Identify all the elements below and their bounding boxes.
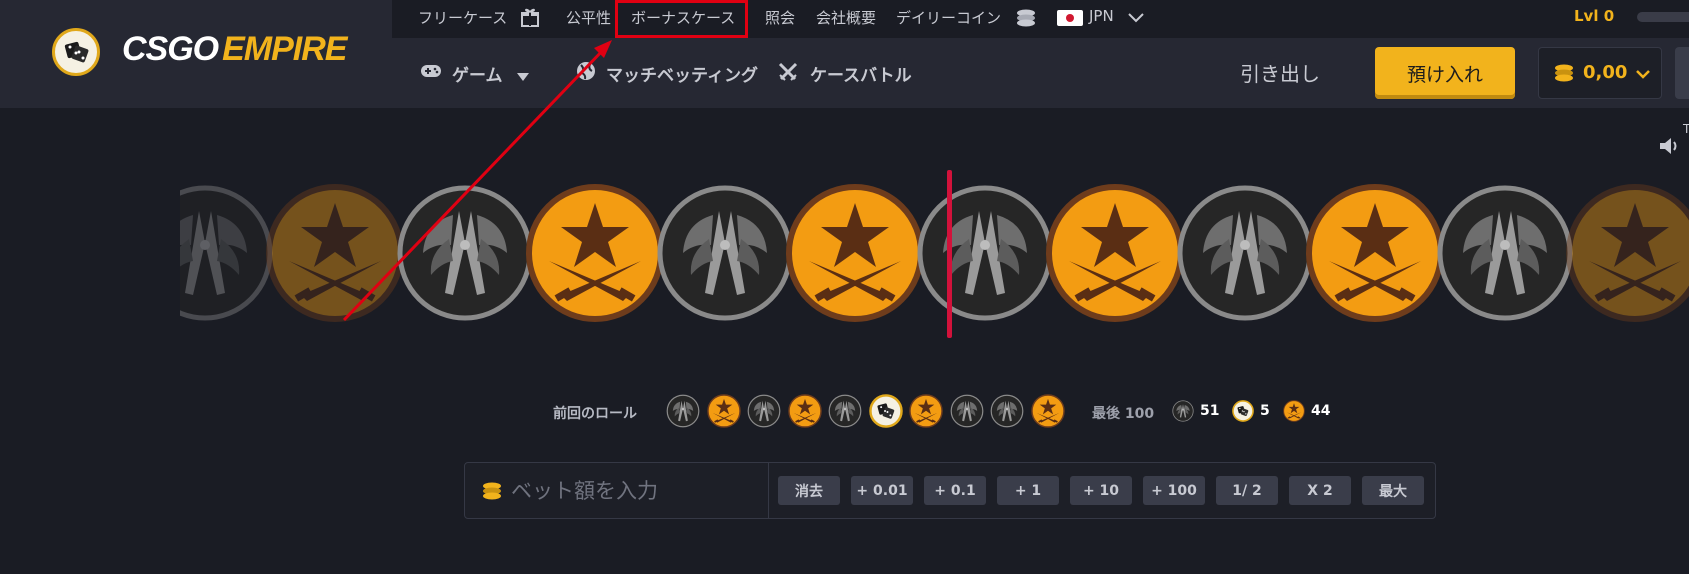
bonus-case-link[interactable]: ボーナスケース (631, 7, 735, 28)
winged-pliers-icon (828, 394, 862, 428)
ct-count-icon (1172, 400, 1194, 422)
nav-games[interactable]: ゲーム (452, 61, 503, 86)
t-count-icon (1283, 400, 1305, 422)
add-10-button[interactable]: + 10 (1070, 476, 1132, 505)
ct-count: 51 (1200, 403, 1220, 419)
coins-icon (1553, 62, 1575, 89)
half-bet-button[interactable]: 1/ 2 (1216, 476, 1278, 505)
winged-pliers-icon (395, 183, 535, 323)
roulette-center-marker (947, 170, 952, 338)
winged-pliers-icon (990, 394, 1024, 428)
japan-flag-icon (1057, 10, 1083, 26)
gamepad-icon (420, 61, 442, 85)
nav-case-battle[interactable]: ケースバトル (810, 61, 912, 86)
crossed-knives-star-icon (787, 394, 822, 428)
deposit-button[interactable]: 預け入れ (1375, 47, 1515, 99)
chevron-down-icon (1635, 64, 1651, 85)
nav-match-betting[interactable]: マッチベッティング (606, 61, 758, 86)
daily-coin-link[interactable]: デイリーコイン (896, 7, 1001, 28)
balance-dropdown[interactable]: 0,00 (1538, 47, 1662, 99)
clear-bet-button[interactable]: 消去 (778, 476, 840, 505)
dice-logo-icon (52, 28, 100, 76)
roulette-strip (180, 180, 1689, 330)
winged-pliers-icon (180, 183, 275, 323)
crossed-knives-star-icon (1045, 183, 1185, 323)
crossed-knives-star-icon (706, 394, 741, 428)
winged-pliers-icon (1175, 183, 1315, 323)
add-001-button[interactable]: + 0.01 (851, 476, 913, 505)
company-link[interactable]: 会社概要 (816, 7, 876, 28)
add-01-button[interactable]: + 0.1 (924, 476, 986, 505)
reference-link[interactable]: 照会 (765, 7, 795, 28)
double-bet-button[interactable]: X 2 (1289, 476, 1351, 505)
level-progress-bar (1637, 12, 1689, 22)
winged-pliers-icon (950, 394, 984, 428)
add-100-button[interactable]: + 100 (1143, 476, 1205, 505)
coins-icon (1015, 8, 1037, 32)
balance-amount: 0,00 (1583, 62, 1628, 83)
crossed-knives-star-icon (1030, 394, 1065, 428)
winged-pliers-icon (666, 394, 700, 428)
crossed-knives-star-icon (785, 183, 925, 323)
max-bet-button[interactable]: 最大 (1362, 476, 1424, 505)
bet-amount-input[interactable] (511, 473, 761, 509)
coins-icon (481, 480, 503, 506)
winged-pliers-icon (1435, 183, 1575, 323)
winged-pliers-icon (655, 183, 795, 323)
logo-text: CSGO EMPIRE (122, 30, 347, 68)
chevron-down-icon[interactable] (1127, 10, 1145, 29)
crossed-knives-star-icon (909, 394, 943, 428)
top-bar: フリーケース 公平性 ボーナスケース 照会 会社概要 デイリーコイン JPN L… (392, 0, 1689, 38)
sound-hint: T (1683, 122, 1689, 136)
fairness-link[interactable]: 公平性 (566, 7, 611, 28)
crossed-knives-star-icon (525, 183, 665, 323)
dice-icon (868, 394, 903, 428)
last-100-label: 最後 100 (1092, 406, 1155, 422)
language-selector[interactable]: JPN (1089, 7, 1114, 25)
caret-down-icon[interactable] (516, 67, 530, 86)
globe-icon (576, 61, 596, 85)
crossed-swords-icon (777, 61, 799, 87)
crossed-knives-star-icon (1565, 183, 1689, 323)
gift-icon (520, 7, 540, 31)
free-case-link[interactable]: フリーケース (418, 7, 507, 28)
previous-rolls-label: 前回のロール (553, 406, 637, 422)
winged-pliers-icon (915, 183, 1055, 323)
level-label: Lvl 0 (1574, 7, 1615, 25)
sidebar-toggle[interactable] (1675, 47, 1689, 99)
winged-pliers-icon (747, 394, 781, 428)
logo[interactable]: CSGO EMPIRE (0, 0, 392, 108)
withdraw-button[interactable]: 引き出し (1240, 58, 1320, 87)
bonus-count-icon (1232, 400, 1254, 422)
sound-icon[interactable] (1658, 136, 1680, 160)
crossed-knives-star-icon (265, 183, 405, 323)
crossed-knives-star-icon (1305, 183, 1445, 323)
add-1-button[interactable]: + 1 (997, 476, 1059, 505)
main-nav: ゲーム マッチベッティング ケースバトル 引き出し 預け入れ 0,00 (392, 38, 1689, 108)
bonus-count: 5 (1260, 403, 1270, 419)
t-count: 44 (1311, 403, 1331, 419)
bet-panel: 消去 + 0.01 + 0.1 + 1 + 10 + 100 1/ 2 X 2 … (464, 462, 1436, 519)
bet-input-wrapper (465, 463, 769, 518)
